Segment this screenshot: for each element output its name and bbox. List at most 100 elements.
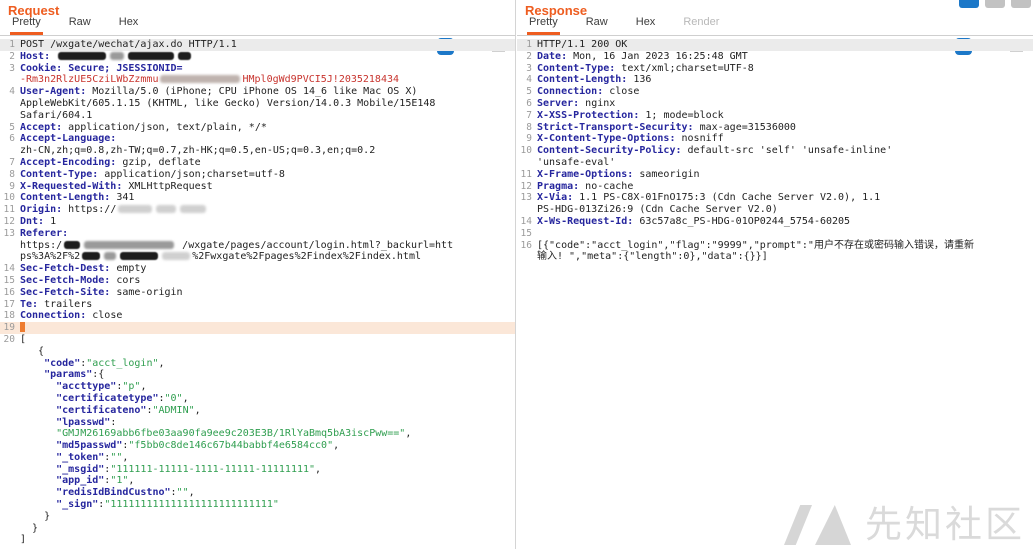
request-editor[interactable]: 1 POST /wxgate/wechat/ajax.do HTTP/1.1 2 Ho… (0, 37, 515, 549)
code-segment: "params" (44, 369, 93, 381)
code-segment: X-Ws-Request-Id: (537, 215, 634, 227)
line-number: 1 (9, 39, 15, 50)
line-number: 2 (9, 50, 15, 62)
code-segment: "accttype" (56, 381, 117, 393)
tab-hex-response[interactable]: Hex (634, 16, 658, 35)
code-segment: , (128, 475, 135, 487)
code-segment: Content-Length: (20, 192, 111, 204)
code-segment: 1.1 PS-C8X-01FnO175:3 (Cdn Cache Server … (573, 192, 881, 204)
code-line: 输入! ","meta":{"length":0},"data":{}}] (517, 251, 1033, 263)
code-line: 5 Accept: application/json, text/plain, *… (0, 122, 515, 134)
code-segment: "ADMIN" (152, 404, 195, 416)
text-caret (20, 322, 25, 333)
code-segment: Accept: (20, 121, 63, 133)
code-line: 11 X-Frame-Options: sameorigin (517, 169, 1033, 181)
code-segment: max-age=31536000 (693, 121, 796, 133)
line-number: 2 (526, 50, 532, 62)
code-segment: , (188, 487, 195, 499)
tab-hex-request[interactable]: Hex (117, 16, 141, 35)
line-number: 12 (3, 215, 15, 227)
code-segment: , (122, 451, 129, 463)
request-tabbar: PrettyRawHex \n (0, 16, 515, 55)
line-number: 10 (3, 192, 15, 204)
response-tabbar: PrettyRawHexRender \n (517, 16, 1033, 55)
code-segment: Pragma: (537, 180, 580, 192)
code-segment: 341 (110, 192, 135, 204)
layout-option-3-icon[interactable] (1011, 0, 1031, 8)
code-segment: X-XSS-Protection: (537, 109, 640, 121)
tab-pretty-response[interactable]: Pretty (527, 16, 560, 35)
line-number: 9 (526, 133, 532, 145)
code-line: 7 X-XSS-Protection: 1; mode=block (517, 110, 1033, 122)
line-number: 16 (520, 239, 532, 251)
tab-raw-response[interactable]: Raw (584, 16, 610, 35)
code-segment: sameorigin (633, 168, 700, 180)
code-segment: zh-CN,zh;q=0.8,zh-TW;q=0.7,zh-HK;q=0.5,e… (20, 145, 376, 157)
code-line: 10 Content-Security-Policy: default-src '… (517, 145, 1033, 157)
code-segment: https:/ (20, 239, 63, 251)
code-segment: "" (176, 487, 189, 499)
code-segment: Sec-Fetch-Site: (20, 286, 111, 298)
layout-option-2-icon[interactable] (985, 0, 1005, 8)
tab-raw-request[interactable]: Raw (67, 16, 93, 35)
code-segment: ] (20, 534, 27, 546)
code-line: 11 Origin: https:// (0, 204, 515, 216)
redaction-bar (156, 205, 177, 214)
tab-pretty-request[interactable]: Pretty (10, 16, 43, 35)
code-segment: [{"code":"acct_login","flag":"9999","pro… (537, 239, 974, 251)
layout-option-selected-icon[interactable] (959, 0, 979, 8)
code-segment: Te: (20, 298, 39, 310)
code-line: 1 HTTP/1.1 200 OK (517, 39, 1033, 51)
line-number: 4 (526, 74, 532, 86)
code-segment: /wxgate/pages/account/login.html?_backur… (176, 239, 454, 251)
code-segment: 'unsafe-eval' (537, 156, 616, 168)
code-segment: no-cache (579, 180, 634, 192)
code-line: "accttype":"p", (0, 381, 515, 393)
code-segment: } (20, 522, 39, 534)
code-segment: cors (110, 274, 141, 286)
code-segment: Content-Security-Policy: (537, 145, 682, 157)
line-number: 15 (3, 274, 15, 286)
code-line: 13 Referer: (0, 228, 515, 240)
code-line: 6 Server: nginx (517, 98, 1033, 110)
code-segment: Mozilla/5.0 (iPhone; CPU iPhone OS 14_6 … (86, 86, 418, 98)
code-segment: text/xml;charset=UTF-8 (615, 62, 754, 74)
code-line: "params":{ (0, 369, 515, 381)
code-segment: Strict-Transport-Security: (537, 121, 694, 133)
code-segment: ps%3A%2F%2 (20, 251, 81, 263)
line-number: 9 (9, 180, 15, 192)
line-number: 20 (3, 333, 15, 345)
code-line: 6 Accept-Language: (0, 133, 515, 145)
code-line: 12 Dnt: 1 (0, 216, 515, 228)
line-number: 12 (520, 180, 532, 192)
code-segment: Content-Type: (20, 168, 99, 180)
redaction-bar (128, 51, 175, 60)
redaction-bar (162, 252, 191, 261)
tab-render-response[interactable]: Render (681, 16, 721, 35)
redaction-bar (180, 205, 207, 214)
code-line: PS-HDG-013Zi26:9 (Cdn Cache Server V2.0) (517, 204, 1033, 216)
code-segment: Secure; JSESSIONID= (68, 62, 183, 74)
response-editor[interactable]: 1 HTTP/1.1 200 OK 2 Date: Mon, 16 Jan 2023 … (517, 37, 1033, 549)
code-line: ps%3A%2F%2 %2Fwxgate%2Fpages%2Findex%2Fin… (0, 251, 515, 263)
code-line: "redisIdBindCustno":"", (0, 487, 515, 499)
code-segment: 输入! ","meta":{"length":0},"data":{}}] (537, 251, 768, 263)
code-segment: X-Frame-Options: (537, 168, 634, 180)
code-line: 2 Host: (0, 51, 515, 63)
redaction-bar (104, 252, 117, 261)
code-line: 14 Sec-Fetch-Dest: empty (0, 263, 515, 275)
line-number: 16 (3, 286, 15, 298)
code-segment: "code" (44, 357, 81, 369)
code-segment: HTTP/1.1 200 OK (537, 39, 628, 50)
code-segment: %2Fwxgate%2Fpages%2Findex%2Findex.html (192, 251, 421, 263)
code-segment: Date: (537, 50, 568, 62)
code-line: 1 POST /wxgate/wechat/ajax.do HTTP/1.1 (0, 39, 515, 51)
code-line: 5 Connection: close (517, 86, 1033, 98)
code-segment: User-Agent: (20, 86, 87, 98)
